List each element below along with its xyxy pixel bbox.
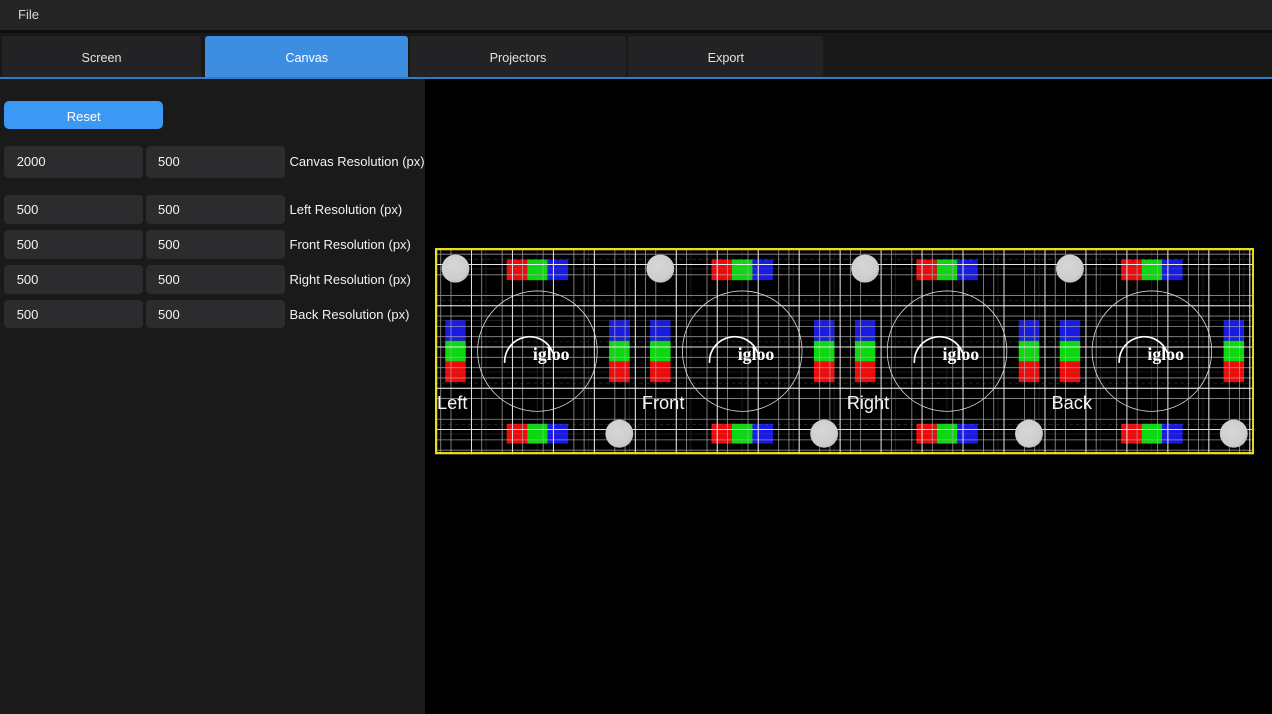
svg-text:Right: Right — [846, 392, 889, 413]
svg-text:Front: Front — [641, 392, 684, 413]
svg-text:Back: Back — [1051, 392, 1092, 413]
svg-text:Left: Left — [437, 392, 467, 413]
